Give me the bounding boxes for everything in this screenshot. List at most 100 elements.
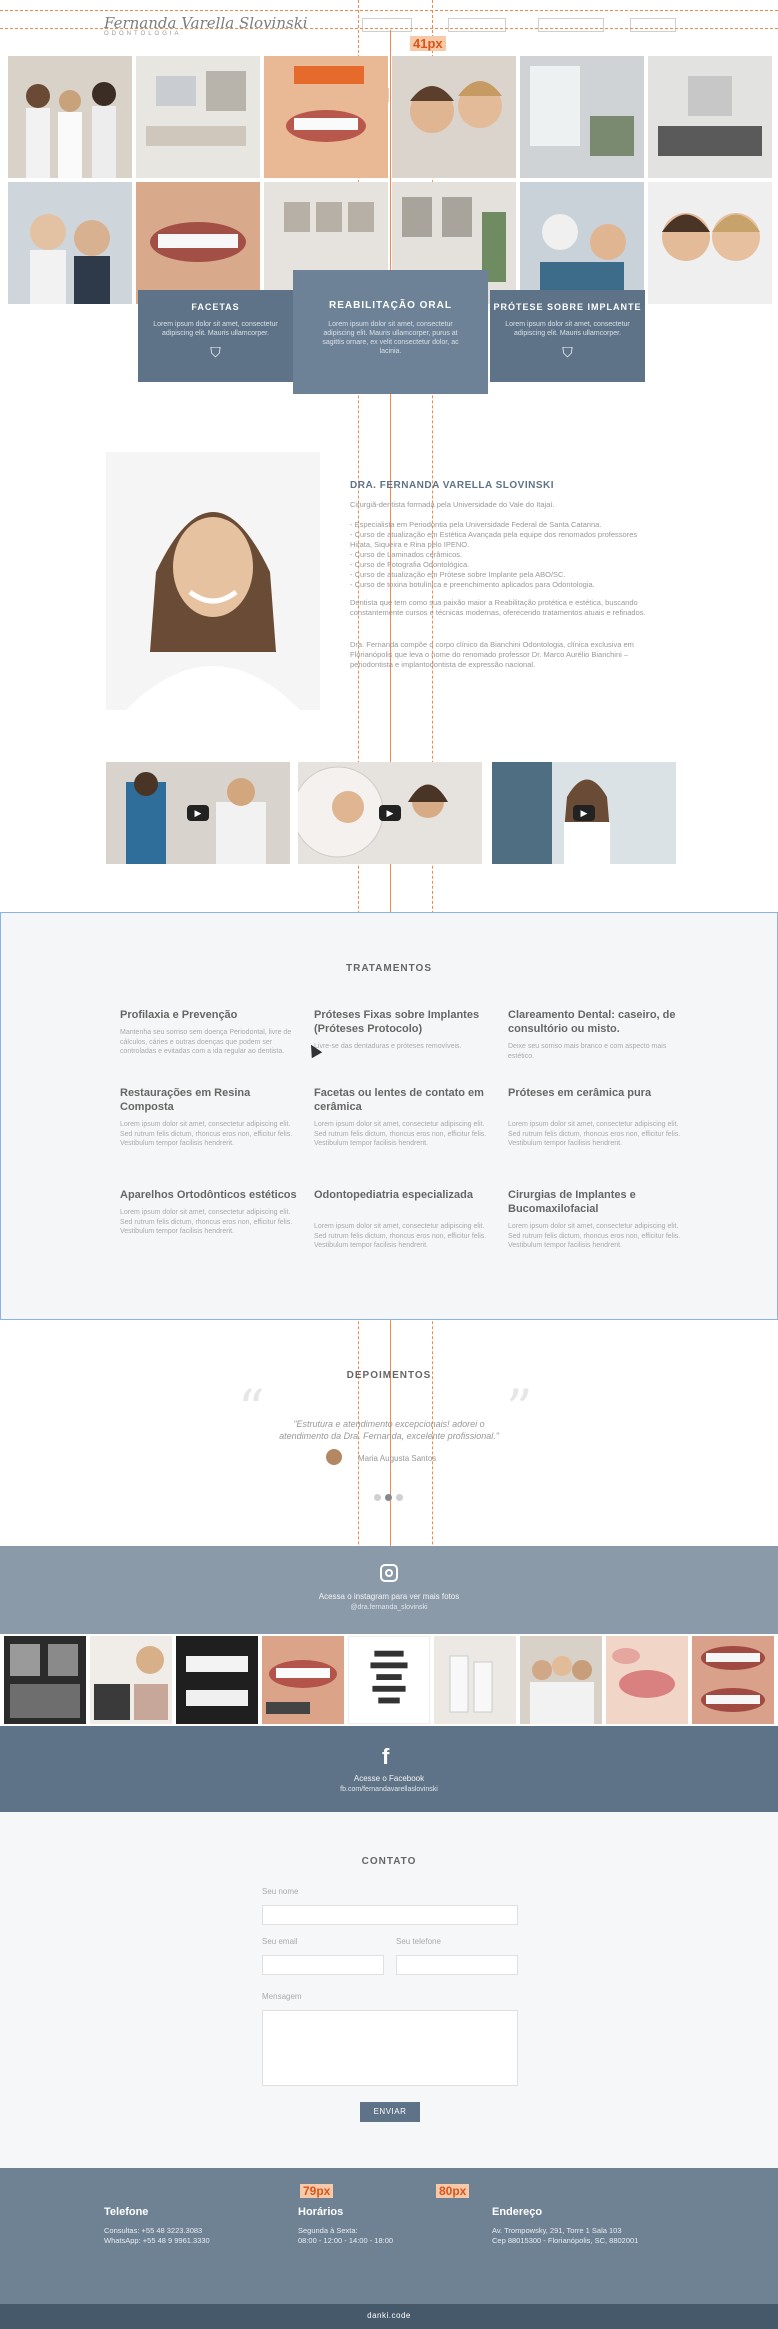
treatment-title: Clareamento Dental: caseiro, de consultó… bbox=[508, 1009, 676, 1035]
video-thumbnail-1[interactable]: ▶ bbox=[106, 762, 290, 864]
play-icon[interactable]: ▶ bbox=[379, 805, 401, 821]
service-title: REABILITAÇÃO ORAL bbox=[329, 300, 452, 311]
video-thumbnail-2[interactable]: ▶ bbox=[298, 762, 482, 864]
treatment-text: Lorem ipsum dolor sit amet, consectetur … bbox=[120, 1121, 293, 1147]
gallery-photo-clinic[interactable] bbox=[520, 56, 644, 178]
treatment-text: Lorem ipsum dolor sit amet, consectetur … bbox=[120, 1209, 293, 1235]
phone-field[interactable] bbox=[396, 1955, 518, 1975]
instagram-text: Acessa o instagram para ver mais fotos bbox=[318, 1592, 460, 1601]
nav-item-2[interactable] bbox=[448, 18, 506, 32]
instagram-feed bbox=[0, 1634, 778, 1726]
about-list-item: - Curso de toxina botulínica e preenchim… bbox=[350, 580, 595, 589]
hours-line: Segunda à Sexta: bbox=[298, 2226, 358, 2235]
address-line: Av. Trompowsky, 291, Torre 1 Sala 103 bbox=[492, 2226, 622, 2235]
service-card-3[interactable]: PRÓTESE SOBRE IMPLANTE Lorem ipsum dolor… bbox=[490, 290, 645, 382]
footer: Telefone Consultas: +55 48 3223.3083 Wha… bbox=[0, 2168, 778, 2304]
treatment-item[interactable]: Próteses Fixas sobre Implantes (Próteses… bbox=[314, 1008, 494, 1052]
gallery-photo-smile-closeup[interactable] bbox=[136, 182, 260, 304]
dentist-portrait bbox=[106, 452, 320, 710]
photo-office-icon bbox=[648, 56, 772, 178]
service-card-1[interactable]: FACETAS Lorem ipsum dolor sit amet, cons… bbox=[138, 290, 293, 382]
instagram-post[interactable] bbox=[434, 1636, 516, 1724]
instagram-post[interactable] bbox=[4, 1636, 86, 1724]
site-logo[interactable]: Fernanda Varella Slovinski bbox=[104, 14, 308, 32]
phone-line[interactable]: WhatsApp: +55 48 9 9961.3330 bbox=[104, 2236, 210, 2246]
send-button[interactable]: ENVIAR bbox=[360, 2102, 420, 2122]
header: Fernanda Varella Slovinski ODONTOLOGIA bbox=[0, 0, 778, 52]
gallery-photo-procedure[interactable] bbox=[520, 182, 644, 304]
play-icon[interactable]: ▶ bbox=[573, 805, 595, 821]
treatment-text: Mantenha seu sorriso sem doença Periodon… bbox=[120, 1029, 292, 1055]
carousel-dot[interactable] bbox=[374, 1494, 381, 1501]
tooth-icon: ⛉ bbox=[562, 344, 573, 360]
tooth-icon: ⛉ bbox=[210, 344, 221, 360]
treatment-text: Livre-se das dentaduras e próteses remov… bbox=[314, 1043, 462, 1050]
instagram-band[interactable]: Acessa o instagram para ver mais fotos @… bbox=[0, 1546, 778, 1634]
instagram-post[interactable] bbox=[520, 1636, 602, 1724]
nav-item-3[interactable] bbox=[538, 18, 604, 32]
treatment-item[interactable]: Odontopediatria especializada Lorem ipsu… bbox=[314, 1188, 494, 1251]
photo-clinic-icon bbox=[520, 56, 644, 178]
facebook-band[interactable]: f Acesse o Facebook fb.com/fernandavarel… bbox=[0, 1726, 778, 1812]
site-logo-subtitle: ODONTOLOGIA bbox=[104, 31, 182, 37]
message-label: Mensagem bbox=[262, 1992, 302, 2001]
testimonial-author: Maria Augusta Santos bbox=[358, 1454, 437, 1463]
nav-item-1[interactable] bbox=[362, 18, 412, 32]
testimonials-title: DEPOIMENTOS bbox=[346, 1370, 432, 1381]
treatment-item[interactable]: Próteses em cerâmica pura Lorem ipsum do… bbox=[508, 1086, 688, 1149]
post-quote-icon bbox=[349, 1637, 429, 1723]
service-card-2[interactable]: REABILITAÇÃO ORAL Lorem ipsum dolor sit … bbox=[293, 270, 488, 394]
about-list: - Especialista em Periodontia pela Unive… bbox=[350, 520, 650, 590]
treatment-item[interactable]: Clareamento Dental: caseiro, de consultó… bbox=[508, 1008, 688, 1061]
gallery-photo-staff[interactable] bbox=[8, 182, 132, 304]
treatment-title: Cirurgias de Implantes e Bucomaxilofacia… bbox=[508, 1189, 636, 1215]
about-list-item: - Curso de atualização em Estética Avanç… bbox=[350, 530, 638, 549]
treatment-title: Profilaxia e Prevenção bbox=[120, 1009, 238, 1021]
nav-item-4[interactable] bbox=[630, 18, 676, 32]
message-field[interactable] bbox=[262, 2010, 518, 2086]
gallery-photo-smiling-women[interactable] bbox=[648, 182, 772, 304]
testimonial-quote: "Estrutura e atendimento excepcionais! a… bbox=[279, 1419, 499, 1441]
instagram-post[interactable] bbox=[606, 1636, 688, 1724]
instagram-post[interactable] bbox=[692, 1636, 774, 1724]
guide-line-top bbox=[0, 10, 778, 11]
instagram-post[interactable] bbox=[262, 1636, 344, 1724]
testimonial-avatar bbox=[326, 1449, 342, 1465]
service-text: Lorem ipsum dolor sit amet, consectetur … bbox=[322, 321, 459, 355]
post-xray-icon bbox=[4, 1636, 86, 1724]
instagram-handle[interactable]: @dra.fernanda_slovinski bbox=[0, 1604, 778, 1611]
phone-line[interactable]: Consultas: +55 48 3223.3083 bbox=[104, 2226, 202, 2236]
photo-reception-icon bbox=[136, 56, 260, 178]
instagram-post[interactable] bbox=[176, 1636, 258, 1724]
post-smile-icon bbox=[262, 1636, 344, 1724]
instagram-post[interactable] bbox=[348, 1636, 430, 1724]
treatment-title: Odontopediatria especializada bbox=[314, 1189, 473, 1201]
gallery-photo-patients[interactable] bbox=[392, 56, 516, 178]
carousel-dot[interactable] bbox=[396, 1494, 403, 1501]
footer-credit[interactable]: danki.code bbox=[0, 2304, 778, 2329]
facebook-url[interactable]: fb.com/fernandavarellaslovinski bbox=[0, 1786, 778, 1793]
treatment-item[interactable]: Restaurações em Resina Composta Lorem ip… bbox=[120, 1086, 300, 1149]
email-field[interactable] bbox=[262, 1955, 384, 1975]
post-products-icon bbox=[434, 1636, 516, 1724]
gallery-photo-office[interactable] bbox=[648, 56, 772, 178]
gallery-photo-smile[interactable] bbox=[264, 56, 388, 178]
gallery-photo-team[interactable] bbox=[8, 56, 132, 178]
about-list-item: - Curso de Laminados cerâmicos. bbox=[350, 550, 463, 559]
treatment-item[interactable]: Aparelhos Ortodônticos estéticos Lorem i… bbox=[120, 1188, 300, 1237]
post-team-icon bbox=[520, 1636, 602, 1724]
about-paragraph-2: Dentista que tem como sua paixão maior a… bbox=[350, 598, 646, 617]
name-label: Seu nome bbox=[262, 1887, 299, 1896]
treatment-item[interactable]: Facetas ou lentes de contato em cerâmica… bbox=[314, 1086, 494, 1149]
service-title: PRÓTESE SOBRE IMPLANTE bbox=[493, 302, 642, 312]
video-thumbnail-3[interactable]: ▶ bbox=[492, 762, 676, 864]
hours-title: Horários bbox=[298, 2206, 344, 2218]
instagram-post[interactable] bbox=[90, 1636, 172, 1724]
carousel-dot-active[interactable] bbox=[385, 1494, 392, 1501]
treatment-item[interactable]: Profilaxia e Prevenção Mantenha seu sorr… bbox=[120, 1008, 300, 1057]
name-field[interactable] bbox=[262, 1905, 518, 1925]
treatment-title: Aparelhos Ortodônticos estéticos bbox=[120, 1189, 297, 1201]
play-icon[interactable]: ▶ bbox=[187, 805, 209, 821]
treatment-item[interactable]: Cirurgias de Implantes e Bucomaxilofacia… bbox=[508, 1188, 688, 1251]
gallery-photo-reception[interactable] bbox=[136, 56, 260, 178]
